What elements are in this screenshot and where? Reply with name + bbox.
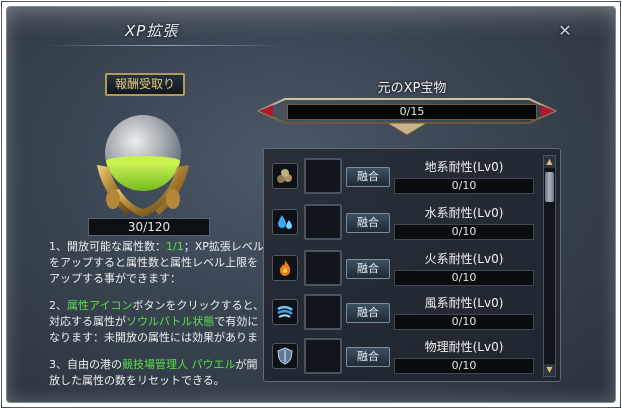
merge-button[interactable]: 融合 [346, 347, 390, 367]
attribute-progress: 0/10 [394, 270, 534, 286]
xp-orb [83, 103, 203, 223]
attribute-list: 融合 地系耐性(Lv0) 0/10 融合 水系耐性(Lv0) 0/10 融合 火… [263, 148, 561, 382]
item-slot[interactable] [304, 158, 342, 194]
attribute-progress: 0/10 [394, 358, 534, 374]
description-1: 1、開放可能な属性数：1/1；XP拡張レベルをアップすると属性数と属性レベル上限… [49, 240, 264, 285]
attribute-name: 水系耐性(Lv0) [424, 206, 504, 220]
merge-button[interactable]: 融合 [346, 303, 390, 323]
attribute-progress: 0/10 [394, 314, 534, 330]
attribute-row-physical: 融合 物理耐性(Lv0) 0/10 [264, 334, 544, 378]
xp-progress-bar: 30/120 [88, 218, 210, 236]
attribute-row-fire: 融合 火系耐性(Lv0) 0/10 [264, 246, 544, 290]
description-2: 2、属性アイコンボタンをクリックすると、対応する属性がソウルバトル状態で有効にな… [49, 299, 265, 344]
merge-button[interactable]: 融合 [346, 259, 390, 279]
wind-icon[interactable] [272, 299, 298, 325]
description-3: 3、自由の港の競技場管理人 パウエルが開放した属性の数をリセットできる。 [49, 358, 258, 387]
attribute-name: 地系耐性(Lv0) [424, 160, 504, 174]
item-slot[interactable] [304, 338, 342, 374]
shield-icon[interactable] [272, 343, 298, 369]
attribute-row-wind: 融合 風系耐性(Lv0) 0/10 [264, 290, 544, 334]
title-bar[interactable]: XP拡張 [7, 7, 615, 40]
attribute-progress: 0/10 [394, 178, 534, 194]
title-underline [43, 45, 283, 46]
scroll-thumb[interactable] [545, 172, 554, 202]
xp-expansion-window: XP拡張 ✕ 報酬受取り 30/120 1、開放可能な属性数：1/1；XP拡張レ… [6, 6, 616, 403]
treasure-progress-bar: 0/15 [287, 104, 537, 120]
attribute-row-water: 融合 水系耐性(Lv0) 0/10 [264, 200, 544, 244]
window-title: XP拡張 [125, 22, 179, 40]
earth-icon[interactable] [272, 163, 298, 189]
item-slot[interactable] [304, 294, 342, 330]
item-slot[interactable] [304, 250, 342, 286]
fire-icon[interactable] [272, 255, 298, 281]
receive-reward-button[interactable]: 報酬受取り [105, 73, 185, 96]
attribute-progress: 0/10 [394, 224, 534, 240]
scroll-up-button[interactable]: ▲ [544, 156, 555, 168]
attribute-name: 火系耐性(Lv0) [424, 252, 504, 266]
attribute-name: 物理耐性(Lv0) [424, 340, 504, 354]
item-slot[interactable] [304, 204, 342, 240]
merge-button[interactable]: 融合 [346, 167, 390, 187]
water-icon[interactable] [272, 209, 298, 235]
close-button[interactable]: ✕ [553, 19, 577, 43]
attribute-list-scrollbar[interactable]: ▲ ▼ [543, 155, 556, 377]
attribute-row-earth: 融合 地系耐性(Lv0) 0/10 [264, 154, 544, 198]
attribute-name: 風系耐性(Lv0) [424, 296, 504, 310]
screenshot-canvas: XP拡張 ✕ 報酬受取り 30/120 1、開放可能な属性数：1/1；XP拡張レ… [0, 0, 622, 409]
scroll-down-button[interactable]: ▼ [544, 364, 555, 376]
xp-orb-graphic [97, 115, 189, 217]
merge-button[interactable]: 融合 [346, 213, 390, 233]
